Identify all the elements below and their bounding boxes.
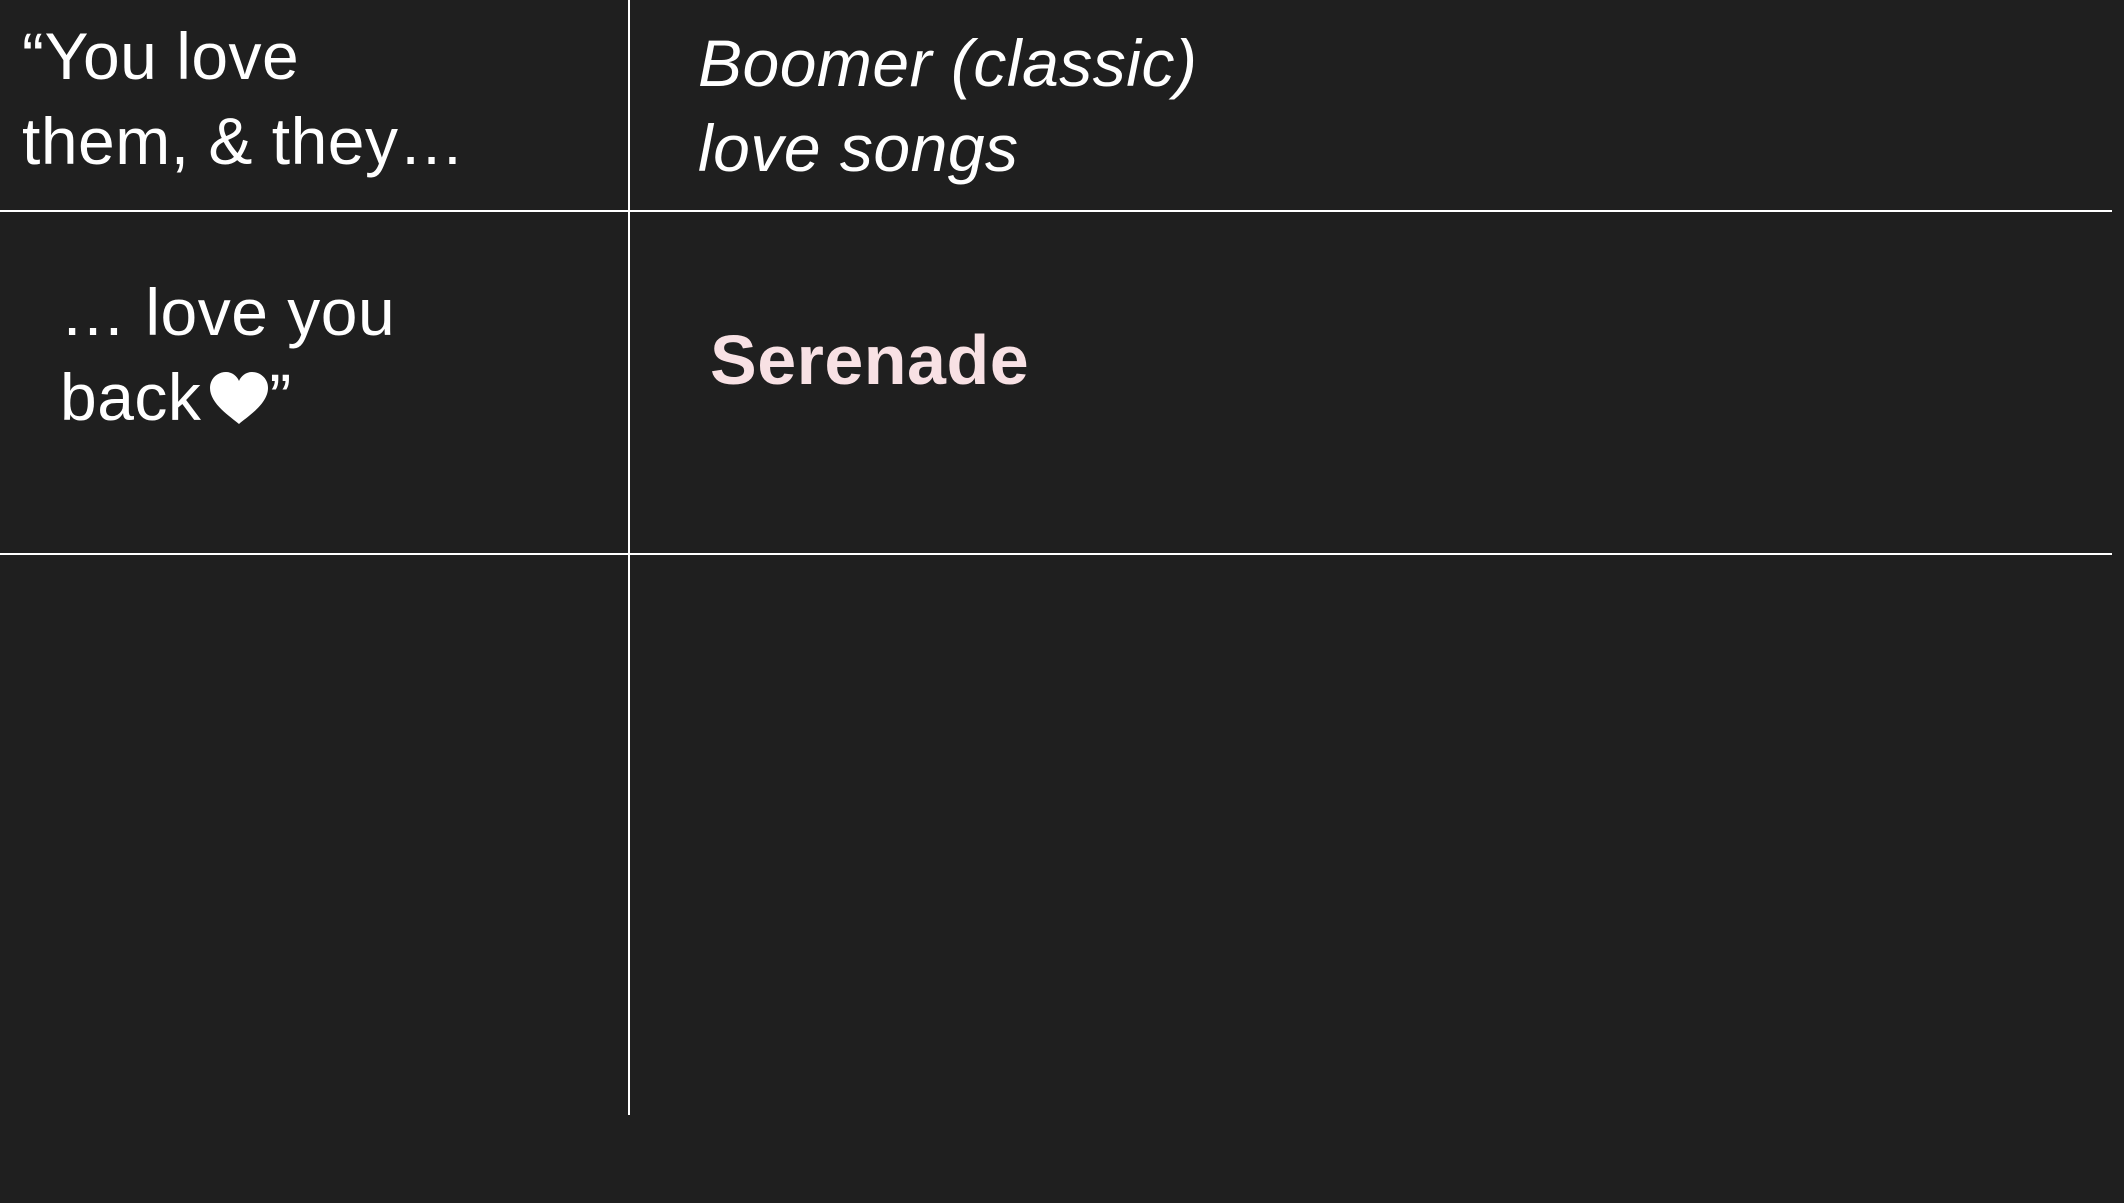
cell-row1-left: “You love them, & they… [22, 14, 465, 184]
heart-icon [207, 361, 271, 446]
column-divider [628, 0, 630, 1115]
slide-canvas: “You love them, & they… Boomer (classic)… [0, 0, 2124, 1203]
row1-left-line1: “You love [22, 19, 300, 93]
row2-left-line1: … love you [60, 275, 396, 349]
row2-left-line2-prefix: back [60, 360, 202, 434]
serenade-label: Serenade [710, 321, 1030, 399]
row1-right-line1: Boomer (classic) [698, 26, 1198, 100]
row1-right-line2: love songs [698, 111, 1019, 185]
row2-left-line2: back ” [60, 355, 395, 446]
row-divider-bottom [0, 553, 2112, 555]
cell-row2-left: … love you back ” [60, 270, 395, 446]
row1-left-line2: them, & they… [22, 104, 466, 178]
row2-left-line2-suffix: ” [269, 360, 292, 434]
cell-row2-right: Serenade [710, 315, 1029, 405]
row-divider-top [0, 210, 2112, 212]
cell-row1-right: Boomer (classic) love songs [698, 21, 1197, 191]
